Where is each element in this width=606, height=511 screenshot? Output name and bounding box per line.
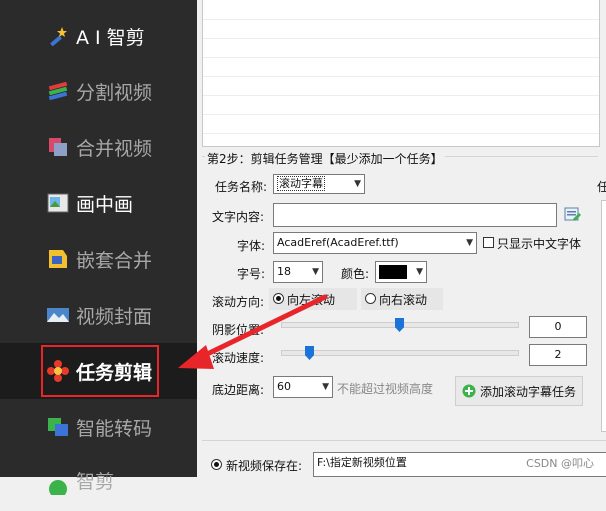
font-value: AcadEref(AcadEref.ttf) [277, 236, 399, 249]
speed-slider-track[interactable] [281, 350, 519, 356]
nav-ai-cut[interactable]: A I 智剪 [0, 8, 197, 64]
only-chinese-label: 只显示中文字体 [497, 237, 582, 251]
task-list[interactable] [202, 0, 600, 147]
nav-label: 视频封面 [76, 305, 153, 328]
save-label: 新视频保存在: [226, 459, 303, 473]
text-content-input[interactable] [273, 203, 557, 227]
bottom-margin-label: 底边距离: [212, 383, 265, 397]
speed-value-input[interactable]: 2 [529, 344, 587, 366]
step2-title: 第2步：剪辑任务管理【最少添加一个任务】 [205, 150, 445, 167]
scroll-direction-label: 滚动方向: [212, 295, 265, 309]
main-panel: 第2步：剪辑任务管理【最少添加一个任务】 任务名称: 滚动字幕 ▼ 文字内容: … [197, 0, 606, 477]
nav-label: 任务剪辑 [76, 361, 153, 384]
size-select[interactable]: 18 ▼ [273, 261, 323, 283]
color-picker[interactable]: ▼ [375, 261, 427, 283]
film-merge-icon [49, 138, 67, 156]
green-dot-icon [49, 480, 67, 495]
nav-video-cover[interactable]: 视频封面 [0, 287, 197, 343]
only-chinese-checkbox[interactable] [483, 237, 494, 248]
chevron-down-icon: ▼ [466, 238, 473, 248]
bottom-margin-hint: 不能超过视频高度 [337, 382, 434, 396]
nav-label: A I 智剪 [76, 26, 145, 49]
nav-smart-transcode[interactable]: 智能转码 [0, 399, 197, 455]
dir-right-label: 向右滚动 [379, 293, 428, 307]
chevron-down-icon: ▼ [416, 267, 423, 277]
color-label: 颜色: [341, 267, 370, 281]
dir-left-label: 向左滚动 [287, 293, 336, 307]
text-content-label: 文字内容: [212, 210, 265, 224]
size-value: 18 [277, 265, 291, 278]
font-select[interactable]: AcadEref(AcadEref.ttf) ▼ [273, 232, 477, 254]
dir-right-option[interactable]: 向右滚动 [361, 288, 443, 310]
color-swatch [379, 265, 407, 279]
film-split-icon [48, 81, 68, 101]
font-label: 字体: [237, 239, 266, 253]
bottom-margin-select[interactable]: 60 ▼ [273, 376, 333, 398]
nav-picture-in-picture[interactable]: 画中画 [0, 175, 197, 231]
task-name-label: 任务名称: [215, 180, 268, 194]
sidebar: A I 智剪 分割视频 合并视频 画中画 嵌套合并 视频封面 任务剪辑 智能转码… [0, 0, 197, 495]
nav-task-edit[interactable]: 任务剪辑 [0, 343, 197, 399]
nav-label: 分割视频 [76, 81, 153, 104]
nav-label: 智剪 [76, 471, 115, 493]
video-cover-icon [47, 308, 69, 322]
wand-icon [50, 27, 67, 47]
nav-merge-video[interactable]: 合并视频 [0, 119, 197, 175]
size-label: 字号: [237, 267, 266, 281]
transcode-icon [48, 418, 68, 436]
save-new-radio[interactable] [211, 459, 222, 470]
dir-right-radio[interactable] [365, 293, 376, 304]
picture-in-picture-icon [47, 193, 69, 213]
flower-icon [47, 360, 69, 382]
right-panel [601, 200, 606, 432]
dir-left-option[interactable]: 向左滚动 [269, 288, 357, 310]
task-name-value: 滚动字幕 [277, 176, 325, 191]
dir-left-radio[interactable] [273, 293, 284, 304]
nav-split-video[interactable]: 分割视频 [0, 63, 197, 119]
nav-label: 嵌套合并 [76, 249, 153, 272]
chevron-down-icon: ▼ [312, 267, 319, 277]
edit-text-icon[interactable] [564, 205, 582, 223]
task-name-select[interactable]: 滚动字幕 ▼ [273, 174, 365, 194]
nested-merge-icon [49, 250, 67, 268]
nav-nested-merge[interactable]: 嵌套合并 [0, 231, 197, 287]
plus-circle-icon [462, 384, 476, 398]
chevron-down-icon: ▼ [322, 382, 329, 392]
shadow-label: 阴影位置: [212, 323, 265, 337]
shadow-value-input[interactable]: 0 [529, 316, 587, 338]
bottom-margin-value: 60 [277, 380, 291, 393]
nav-partial-item[interactable]: 智剪 [0, 455, 197, 511]
right-panel-label: 任 [597, 180, 606, 194]
add-scroll-task-button[interactable]: 添加滚动字幕任务 [455, 376, 583, 406]
chevron-down-icon: ▼ [354, 179, 361, 189]
nav-label: 画中画 [76, 193, 134, 216]
nav-label: 智能转码 [76, 417, 153, 440]
speed-label: 滚动速度: [212, 351, 265, 365]
watermark: CSDN @叩心 [526, 457, 594, 470]
nav-label: 合并视频 [76, 137, 153, 160]
